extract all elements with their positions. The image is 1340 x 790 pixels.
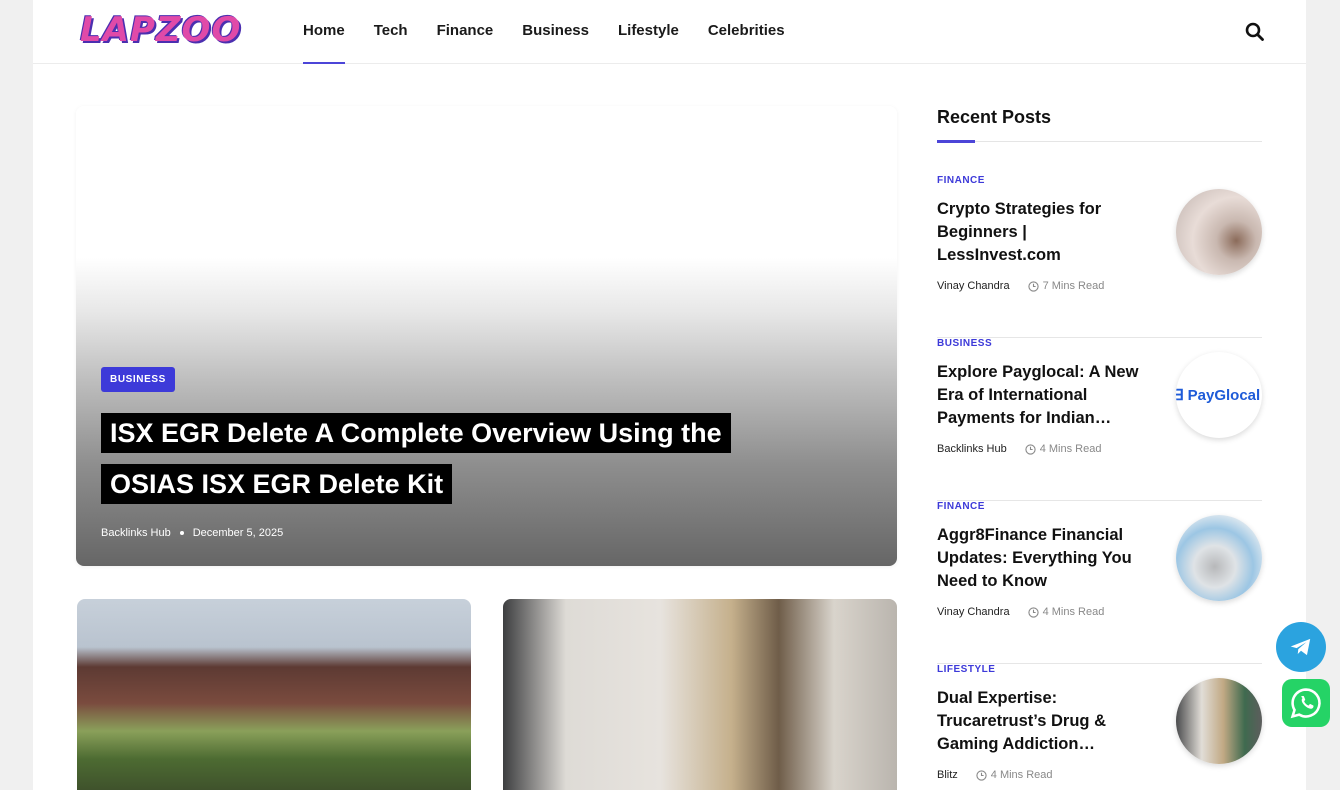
clock-icon <box>1027 280 1039 292</box>
divider <box>937 141 1262 142</box>
recent-post: FINANCE Crypto Strategies for Beginners … <box>937 175 1262 338</box>
post-meta: Vinay Chandra 4 Mins Read <box>937 606 1104 618</box>
post-category[interactable]: BUSINESS <box>937 338 992 349</box>
hero-category-badge[interactable]: BUSINESS <box>101 367 175 392</box>
post-title[interactable]: Crypto Strategies for Beginners | LessIn… <box>937 198 1149 267</box>
recent-post: LIFESTYLE Dual Expertise: Trucaretrust’s… <box>937 664 1262 790</box>
whatsapp-button[interactable] <box>1282 679 1330 727</box>
logo-text: LAPZOO <box>80 10 242 50</box>
post-card-image-counseling[interactable] <box>503 599 897 790</box>
post-title[interactable]: Aggr8Finance Financial Updates: Everythi… <box>937 524 1149 593</box>
nav-item-celebrities[interactable]: Celebrities <box>708 0 785 64</box>
post-thumbnail[interactable] <box>1176 515 1262 601</box>
telegram-icon <box>1290 638 1311 656</box>
site-header: LAPZOO Home Tech Finance Business Lifest… <box>33 0 1306 64</box>
post-card-image-building[interactable] <box>77 599 471 790</box>
post-thumbnail[interactable]: ∃ PayGlocal <box>1176 352 1262 438</box>
post-meta: Vinay Chandra 7 Mins Read <box>937 280 1104 292</box>
nav-item-lifestyle[interactable]: Lifestyle <box>618 0 679 64</box>
post-category[interactable]: FINANCE <box>937 501 985 512</box>
post-title[interactable]: Explore Payglocal: A New Era of Internat… <box>937 361 1149 430</box>
payglocal-logo: ∃ PayGlocal <box>1176 387 1261 404</box>
read-time: 4 Mins Read <box>1027 606 1105 618</box>
post-author[interactable]: Vinay Chandra <box>937 606 1010 618</box>
search-icon[interactable] <box>1243 20 1267 44</box>
recent-post: FINANCE Aggr8Finance Financial Updates: … <box>937 501 1262 664</box>
hero-author[interactable]: Backlinks Hub <box>101 527 171 539</box>
page: LAPZOO Home Tech Finance Business Lifest… <box>33 0 1306 790</box>
post-thumbnail[interactable] <box>1176 189 1262 275</box>
post-author[interactable]: Backlinks Hub <box>937 443 1007 455</box>
read-time: 4 Mins Read <box>976 769 1053 781</box>
clock-icon <box>976 769 987 781</box>
post-author[interactable]: Blitz <box>937 769 958 781</box>
hero-post[interactable]: BUSINESS ISX EGR Delete A Complete Overv… <box>76 106 897 566</box>
clock-icon <box>1027 606 1039 618</box>
clock-icon <box>1025 443 1036 455</box>
telegram-button[interactable] <box>1276 622 1326 672</box>
post-author[interactable]: Vinay Chandra <box>937 280 1010 292</box>
post-thumbnail[interactable] <box>1176 678 1262 764</box>
nav-item-finance[interactable]: Finance <box>437 0 494 64</box>
read-time-text: 7 Mins Read <box>1042 280 1105 292</box>
hero-date: December 5, 2025 <box>192 527 284 539</box>
hero-title[interactable]: ISX EGR Delete A Complete Overview Using… <box>101 408 741 510</box>
nav-item-business[interactable]: Business <box>522 0 589 64</box>
nav-item-home[interactable]: Home <box>303 0 345 64</box>
read-time: 4 Mins Read <box>1025 443 1102 455</box>
read-time-text: 4 Mins Read <box>1039 443 1102 455</box>
read-time-text: 4 Mins Read <box>990 769 1053 781</box>
whatsapp-icon <box>1290 688 1321 719</box>
post-category[interactable]: LIFESTYLE <box>937 664 995 675</box>
nav-item-tech[interactable]: Tech <box>374 0 408 64</box>
read-time: 7 Mins Read <box>1027 280 1105 292</box>
hero-meta: Backlinks Hub December 5, 2025 <box>101 527 283 539</box>
recent-post: BUSINESS Explore Payglocal: A New Era of… <box>937 338 1262 501</box>
site-logo[interactable]: LAPZOO <box>80 6 255 54</box>
title-accent-bar <box>937 140 975 143</box>
post-meta: Backlinks Hub 4 Mins Read <box>937 443 1101 455</box>
post-title[interactable]: Dual Expertise: Trucaretrust’s Drug & Ga… <box>937 687 1149 756</box>
read-time-text: 4 Mins Read <box>1042 606 1105 618</box>
main-nav: Home Tech Finance Business Lifestyle Cel… <box>303 0 814 64</box>
meta-separator-dot <box>179 531 184 535</box>
post-category[interactable]: FINANCE <box>937 175 985 186</box>
post-meta: Blitz 4 Mins Read <box>937 769 1053 781</box>
recent-posts-title: Recent Posts <box>937 107 1052 127</box>
